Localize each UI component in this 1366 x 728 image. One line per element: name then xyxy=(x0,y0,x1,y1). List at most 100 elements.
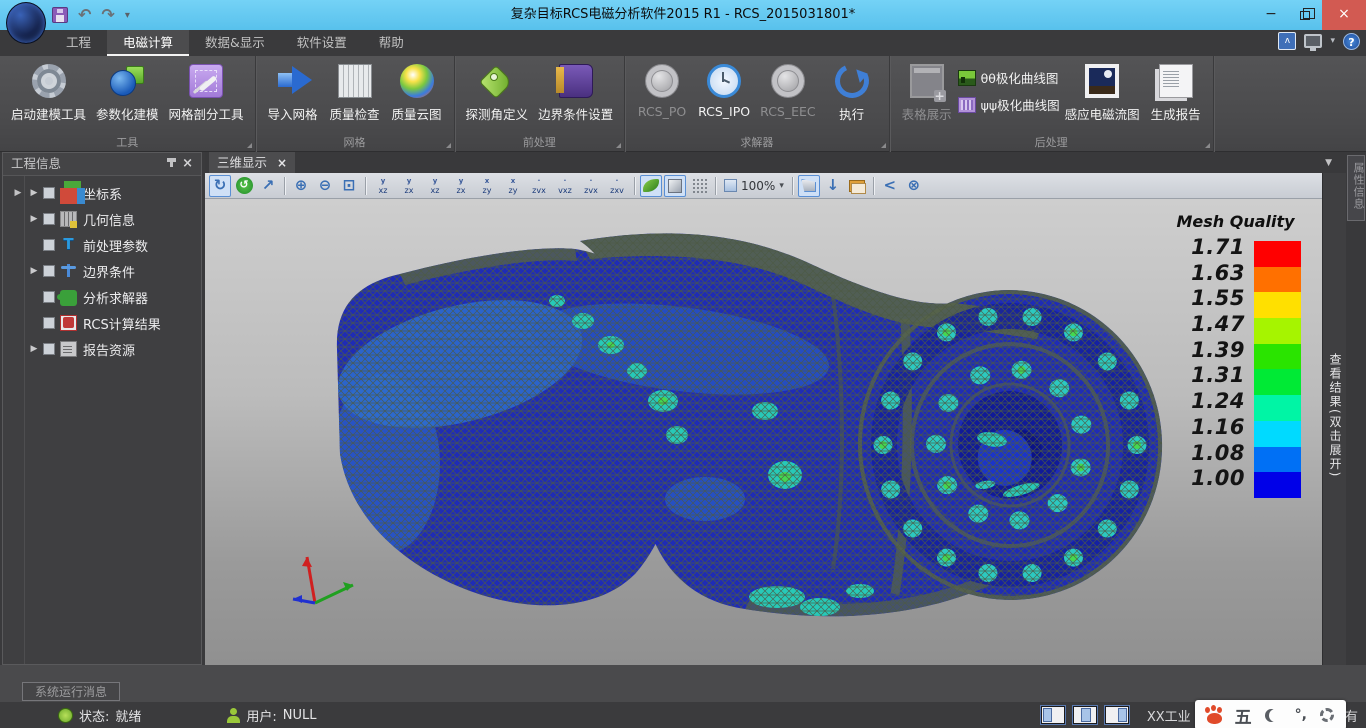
ribbon-button-参数化建模[interactable]: 参数化建模 xyxy=(91,60,164,125)
gutter-expander-icon[interactable]: ▶ xyxy=(9,188,27,198)
tree-item-checkbox[interactable] xyxy=(43,213,55,225)
ime-moon-icon[interactable] xyxy=(1269,709,1282,722)
ribbon-button-感应电磁流图[interactable]: 感应电磁流图 xyxy=(1060,60,1145,125)
group-expand-corner-icon[interactable] xyxy=(247,143,252,148)
ribbon-button-质量检查[interactable]: 质量检查 xyxy=(324,60,386,125)
view-orientation-button-zy[interactable]: xzy xyxy=(501,175,525,197)
pin-icon[interactable] xyxy=(170,158,173,167)
view-orientation-button-xz[interactable]: yxz xyxy=(423,175,447,197)
layout-center-icon[interactable] xyxy=(1073,706,1097,724)
expander-icon[interactable]: ▶ xyxy=(27,188,41,198)
mesh-grid-view-button[interactable] xyxy=(688,175,710,197)
zoom-window-button[interactable]: ⊡ xyxy=(338,175,360,197)
expander-icon[interactable]: ▶ xyxy=(27,266,41,276)
group-expand-corner-icon[interactable] xyxy=(616,143,621,148)
ime-punct-icon[interactable]: °, xyxy=(1295,707,1307,723)
pan-view-button[interactable]: ↗ xyxy=(257,175,279,197)
arrow-down-button[interactable]: ↓ xyxy=(822,175,844,197)
viewport-canvas[interactable]: Mesh Quality 1.711.631.551.471.391.311.2… xyxy=(205,199,1322,686)
tree-item-checkbox[interactable] xyxy=(43,187,55,199)
menu-tab-电磁计算[interactable]: 电磁计算 xyxy=(107,30,189,56)
tree-item-checkbox[interactable] xyxy=(43,343,55,355)
minimize-button[interactable]: − xyxy=(1254,0,1288,30)
display-style-caret-icon[interactable]: ▾ xyxy=(1330,36,1335,46)
legend-color-band xyxy=(1254,267,1301,293)
group-expand-corner-icon[interactable] xyxy=(446,143,451,148)
display-style-icon[interactable] xyxy=(1304,34,1322,48)
view-orientation-button-zx[interactable]: yzx xyxy=(449,175,473,197)
menu-tab-帮助[interactable]: 帮助 xyxy=(363,30,420,56)
ribbon-button-执行[interactable]: 执行 xyxy=(821,60,883,125)
ribbon-button-ψψ极化曲线图[interactable]: ψψ极化曲线图 xyxy=(958,95,1060,114)
tab-3d-view[interactable]: 三维显示 × xyxy=(209,152,295,173)
tab-system-messages[interactable]: 系统运行消息 xyxy=(22,682,120,701)
boundary-icon xyxy=(60,263,77,279)
snapshot-folder-button[interactable] xyxy=(846,175,868,197)
group-expand-corner-icon[interactable] xyxy=(881,143,886,148)
tree-item-前处理参数[interactable]: T前处理参数 xyxy=(3,232,201,258)
tree-item-坐标系[interactable]: ▶▶坐标系 xyxy=(3,180,201,206)
ribbon-button-质量云图[interactable]: 质量云图 xyxy=(386,60,448,125)
tree-item-checkbox[interactable] xyxy=(43,317,55,329)
ribbon-button-启动建模工具[interactable]: 启动建模工具 xyxy=(6,60,91,125)
share-view-button[interactable]: < xyxy=(879,175,901,197)
view-orientation-button-zxv[interactable]: ·zxv xyxy=(605,175,629,197)
tab-list-caret-icon[interactable]: ▼ xyxy=(1325,158,1332,168)
tree-item-checkbox[interactable] xyxy=(43,265,55,277)
ribbon-button-生成报告[interactable]: 生成报告 xyxy=(1145,60,1207,125)
tree-item-checkbox[interactable] xyxy=(43,291,55,303)
expander-icon[interactable]: ▶ xyxy=(27,214,41,224)
view-up-axis: · xyxy=(579,177,603,186)
tree-item-几何信息[interactable]: ▶几何信息 xyxy=(3,206,201,232)
view-orientation-button-zvx[interactable]: ·zvx xyxy=(579,175,603,197)
ime-paw-icon[interactable] xyxy=(1207,713,1222,724)
menu-tab-工程[interactable]: 工程 xyxy=(50,30,107,56)
expander-icon[interactable]: ▶ xyxy=(27,344,41,354)
zoom-out-button[interactable]: ⊖ xyxy=(314,175,336,197)
legend-value: 1.63 xyxy=(1135,261,1245,287)
ime-gear-icon[interactable] xyxy=(1320,708,1334,722)
collapse-ribbon-icon[interactable]: ʌ xyxy=(1278,32,1296,50)
rotate-view-button[interactable]: ↻ xyxy=(209,175,231,197)
layout-right-icon[interactable] xyxy=(1105,706,1129,724)
view-orientation-button-vxz[interactable]: ·vxz xyxy=(553,175,577,197)
close-overlay-button[interactable]: ⊗ xyxy=(903,175,925,197)
view-axes-label: zvx xyxy=(584,186,598,195)
ribbon-button-θθ极化曲线图[interactable]: θθ极化曲线图 xyxy=(958,68,1060,87)
menu-tab-数据&显示[interactable]: 数据&显示 xyxy=(189,30,281,56)
shaded-view-button[interactable] xyxy=(640,175,662,197)
zoom-in-button[interactable]: ⊕ xyxy=(290,175,312,197)
clip-plane-button[interactable] xyxy=(798,175,820,197)
group-expand-corner-icon[interactable] xyxy=(1205,143,1210,148)
project-panel-close-icon[interactable]: × xyxy=(182,153,193,175)
refresh-view-button[interactable]: ↺ xyxy=(233,175,255,197)
view-orientation-button-zvx[interactable]: ·zvx xyxy=(527,175,551,197)
close-button[interactable]: × xyxy=(1322,0,1366,30)
ribbon-button-导入网格[interactable]: 导入网格 xyxy=(262,60,324,125)
tree-item-报告资源[interactable]: ▶报告资源 xyxy=(3,336,201,362)
geometry-info-icon xyxy=(60,211,77,227)
restore-button[interactable] xyxy=(1288,0,1322,30)
wireframe-view-button[interactable] xyxy=(664,175,686,197)
ribbon-button-RCS_IPO[interactable]: RCS_IPO xyxy=(693,60,755,121)
view-orientation-button-xz[interactable]: yxz xyxy=(371,175,395,197)
tree-item-边界条件[interactable]: ▶边界条件 xyxy=(3,258,201,284)
result-strip[interactable]: 查看结果(双击展开) xyxy=(1322,173,1346,686)
ribbon-button-边界条件设置[interactable]: 边界条件设置 xyxy=(533,60,618,125)
ime-mode-label[interactable]: 五 xyxy=(1235,703,1252,728)
tab-close-icon[interactable]: × xyxy=(277,153,287,173)
app-logo[interactable] xyxy=(6,2,46,44)
menu-tab-软件设置[interactable]: 软件设置 xyxy=(281,30,363,56)
layout-left-icon[interactable] xyxy=(1041,706,1065,724)
help-icon[interactable]: ? xyxy=(1343,33,1360,50)
tree-item-checkbox[interactable] xyxy=(43,239,55,251)
tree-item-分析求解器[interactable]: 分析求解器 xyxy=(3,284,201,310)
ribbon-button-探测角定义[interactable]: 探测角定义 xyxy=(461,60,534,125)
zoom-level-control[interactable]: 100%▾ xyxy=(724,179,784,193)
tab-properties[interactable]: 属性信息 xyxy=(1347,155,1365,221)
ribbon-button-网格剖分工具[interactable]: 网格剖分工具 xyxy=(164,60,249,125)
tree-item-RCS计算结果[interactable]: RCS计算结果 xyxy=(3,310,201,336)
ribbon-group-label: 工具 xyxy=(0,134,255,150)
view-orientation-button-zy[interactable]: xzy xyxy=(475,175,499,197)
view-orientation-button-zx[interactable]: yzx xyxy=(397,175,421,197)
